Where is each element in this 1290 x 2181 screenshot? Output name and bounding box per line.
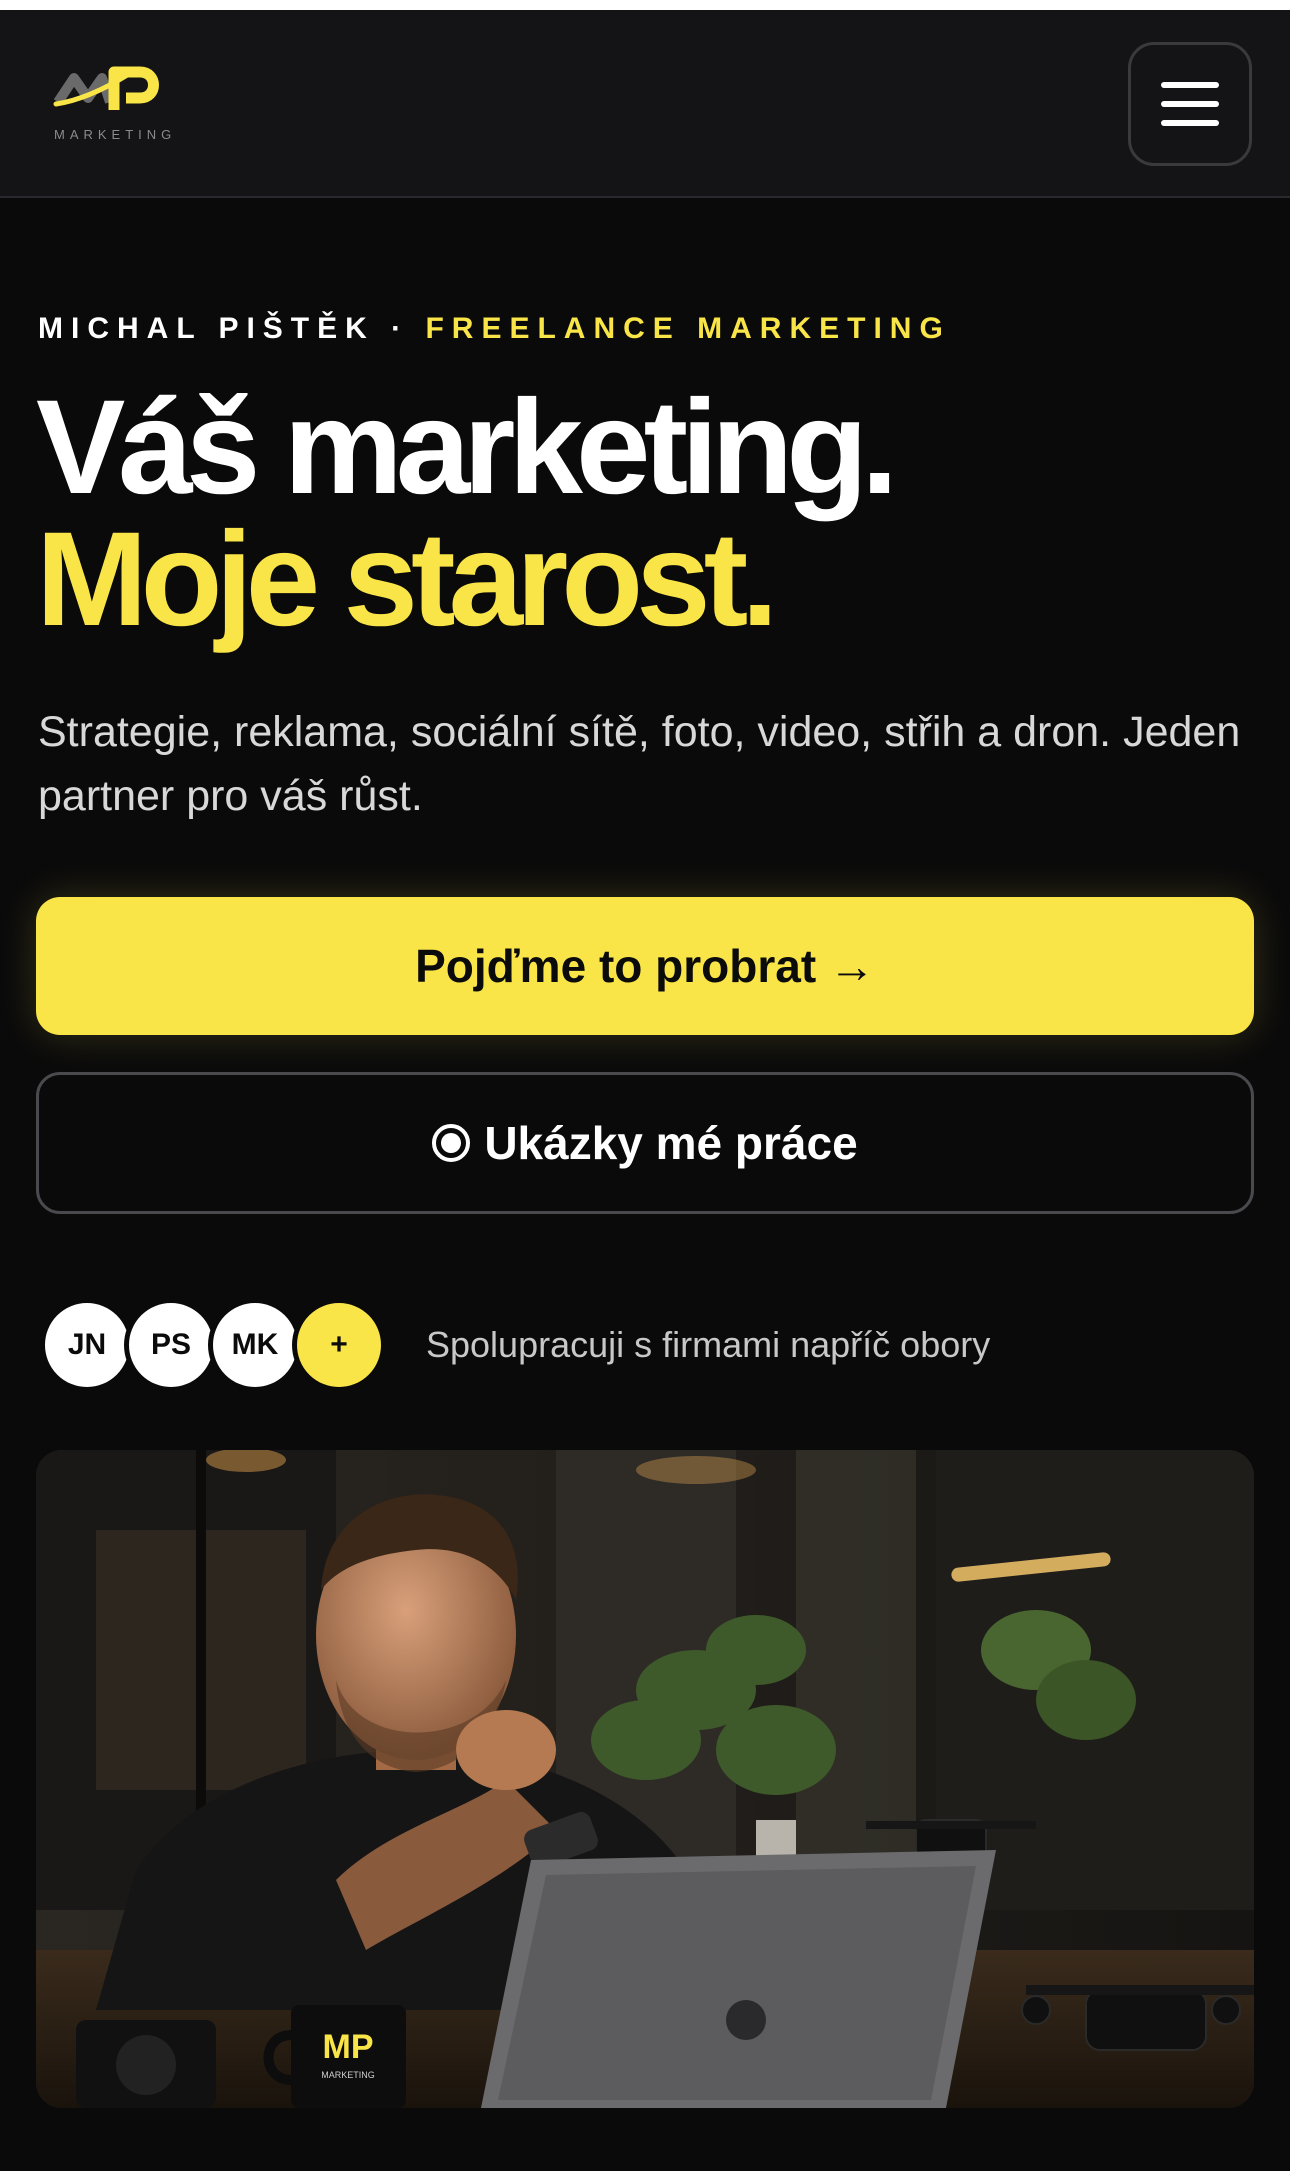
clients-text: Spolupracuji s firmami napříč obory (426, 1324, 991, 1365)
contact-cta-label: Pojďme to probrat → (415, 940, 875, 992)
portfolio-button[interactable]: Ukázky mé práce (36, 1072, 1254, 1214)
hero-eyebrow: MICHAL PIŠTĚK · FREELANCE MARKETING (38, 312, 951, 346)
contact-cta-button[interactable]: Pojďme to probrat → (36, 897, 1254, 1035)
top-edge (0, 0, 1290, 10)
hero-photo: MP MARKETING (36, 1450, 1254, 2108)
avatar: JN (40, 1298, 134, 1392)
avatar: PS (124, 1298, 218, 1392)
logo-subtext: MARKETING (54, 127, 177, 142)
headline-line-2: Moje starost. (36, 505, 779, 654)
avatar: MK (208, 1298, 302, 1392)
hero-subtitle: Strategie, reklama, sociální sítě, foto,… (38, 708, 1241, 820)
eyebrow-accent: FREELANCE MARKETING (425, 312, 951, 345)
menu-button[interactable] (1128, 42, 1252, 166)
eyebrow-name: MICHAL PIŠTĚK · (38, 312, 410, 345)
hamburger-menu-icon (1161, 82, 1219, 88)
record-icon (432, 1124, 471, 1162)
site-header: MARKETING (0, 10, 1290, 198)
avatar-more: + (292, 1298, 386, 1392)
bottom-edge (0, 2171, 1290, 2181)
headline-line-1: Váš marketing. (36, 373, 898, 522)
mug-logo-subtext: MARKETING (321, 2070, 375, 2080)
mug-logo: MP (323, 2028, 374, 2066)
portfolio-button-label: Ukázky mé práce (484, 1117, 858, 1169)
